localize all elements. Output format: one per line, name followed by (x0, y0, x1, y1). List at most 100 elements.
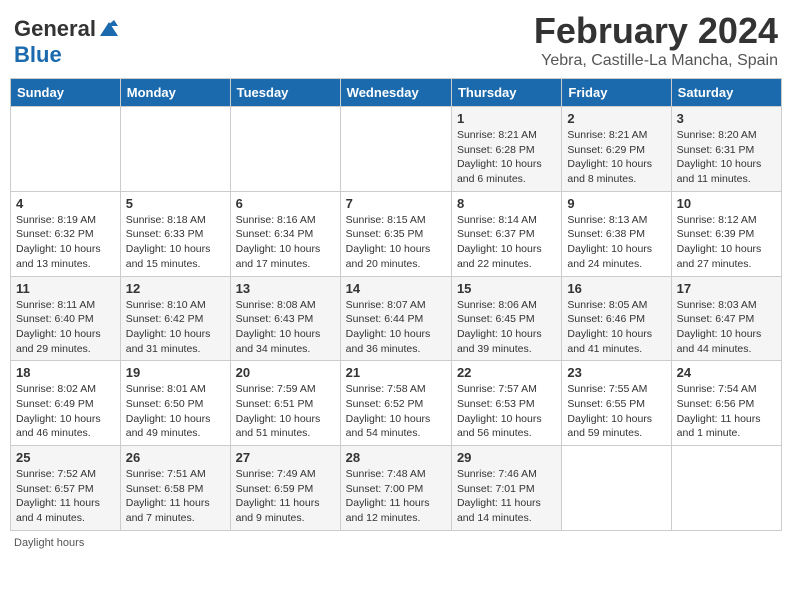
calendar-week-row: 11 Sunrise: 8:11 AM Sunset: 6:40 PM Dayli… (11, 276, 782, 361)
day-number: 18 (16, 365, 115, 380)
calendar-cell (120, 107, 230, 192)
calendar-cell: 24Sunrise: 7:54 AM Sunset: 6:56 PM Dayli… (671, 361, 781, 446)
day-info: Sunrise: 8:12 AM Sunset: 6:39 PM Dayligh… (677, 213, 776, 272)
calendar-cell: 2 Sunrise: 8:21 AM Sunset: 6:29 PM Daylig… (562, 107, 671, 192)
title-area: February 2024 Yebra, Castille-La Mancha,… (534, 10, 778, 70)
calendar-cell: 19 Sunrise: 8:01 AM Sunset: 6:50 PM Dayli… (120, 361, 230, 446)
day-info: Sunrise: 8:11 AM Sunset: 6:40 PM Dayligh… (16, 298, 115, 357)
calendar-cell: 9 Sunrise: 8:13 AM Sunset: 6:38 PM Daylig… (562, 191, 671, 276)
day-number: 16 (567, 281, 665, 296)
day-info: Sunrise: 8:18 AM Sunset: 6:33 PM Dayligh… (126, 213, 225, 272)
logo-general-text: General (14, 16, 96, 42)
calendar-cell: 26 Sunrise: 7:51 AM Sunset: 6:58 PM Dayli… (120, 446, 230, 531)
logo: General Blue (14, 16, 120, 68)
day-number: 11 (16, 281, 115, 296)
calendar-week-row: 1 Sunrise: 8:21 AM Sunset: 6:28 PM Daylig… (11, 107, 782, 192)
day-number: 9 (567, 196, 665, 211)
calendar-cell: 11 Sunrise: 8:11 AM Sunset: 6:40 PM Dayli… (11, 276, 121, 361)
day-number: 19 (126, 365, 225, 380)
weekday-header-saturday: Saturday (671, 79, 781, 107)
calendar-cell: 17Sunrise: 8:03 AM Sunset: 6:47 PM Dayli… (671, 276, 781, 361)
day-number: 12 (126, 281, 225, 296)
calendar-cell: 21Sunrise: 7:58 AM Sunset: 6:52 PM Dayli… (340, 361, 451, 446)
day-info: Sunrise: 7:46 AM Sunset: 7:01 PM Dayligh… (457, 467, 556, 526)
day-info: Sunrise: 8:01 AM Sunset: 6:50 PM Dayligh… (126, 382, 225, 441)
calendar-cell: 15Sunrise: 8:06 AM Sunset: 6:45 PM Dayli… (451, 276, 561, 361)
calendar-cell: 23 Sunrise: 7:55 AM Sunset: 6:55 PM Dayli… (562, 361, 671, 446)
calendar-cell: 6 Sunrise: 8:16 AM Sunset: 6:34 PM Daylig… (230, 191, 340, 276)
calendar-week-row: 4 Sunrise: 8:19 AM Sunset: 6:32 PM Daylig… (11, 191, 782, 276)
day-number: 6 (236, 196, 335, 211)
day-info: Sunrise: 7:55 AM Sunset: 6:55 PM Dayligh… (567, 382, 665, 441)
day-number: 8 (457, 196, 556, 211)
header: General Blue February 2024 Yebra, Castil… (10, 10, 782, 70)
calendar-cell: 7 Sunrise: 8:15 AM Sunset: 6:35 PM Daylig… (340, 191, 451, 276)
day-info: Sunrise: 8:19 AM Sunset: 6:32 PM Dayligh… (16, 213, 115, 272)
weekday-header-thursday: Thursday (451, 79, 561, 107)
day-info: Sunrise: 8:05 AM Sunset: 6:46 PM Dayligh… (567, 298, 665, 357)
day-info: Sunrise: 7:51 AM Sunset: 6:58 PM Dayligh… (126, 467, 225, 526)
day-number: 29 (457, 450, 556, 465)
day-info: Sunrise: 8:20 AM Sunset: 6:31 PM Dayligh… (677, 128, 776, 187)
calendar-cell: 25 Sunrise: 7:52 AM Sunset: 6:57 PM Dayli… (11, 446, 121, 531)
day-info: Sunrise: 8:14 AM Sunset: 6:37 PM Dayligh… (457, 213, 556, 272)
weekday-header-wednesday: Wednesday (340, 79, 451, 107)
day-number: 5 (126, 196, 225, 211)
calendar-header-row: SundayMondayTuesdayWednesdayThursdayFrid… (11, 79, 782, 107)
day-number: 1 (457, 111, 556, 126)
calendar-cell: 5 Sunrise: 8:18 AM Sunset: 6:33 PM Daylig… (120, 191, 230, 276)
location-subtitle: Yebra, Castille-La Mancha, Spain (534, 52, 778, 70)
calendar-week-row: 18 Sunrise: 8:02 AM Sunset: 6:49 PM Dayli… (11, 361, 782, 446)
calendar-week-row: 25 Sunrise: 7:52 AM Sunset: 6:57 PM Dayli… (11, 446, 782, 531)
weekday-header-monday: Monday (120, 79, 230, 107)
day-info: Sunrise: 8:08 AM Sunset: 6:43 PM Dayligh… (236, 298, 335, 357)
day-number: 2 (567, 111, 665, 126)
calendar-cell: 20 Sunrise: 7:59 AM Sunset: 6:51 PM Dayli… (230, 361, 340, 446)
day-info: Sunrise: 7:52 AM Sunset: 6:57 PM Dayligh… (16, 467, 115, 526)
footer-note: Daylight hours (10, 537, 782, 549)
calendar-cell: 4 Sunrise: 8:19 AM Sunset: 6:32 PM Daylig… (11, 191, 121, 276)
day-info: Sunrise: 7:59 AM Sunset: 6:51 PM Dayligh… (236, 382, 335, 441)
day-number: 22 (457, 365, 556, 380)
day-number: 27 (236, 450, 335, 465)
day-info: Sunrise: 8:13 AM Sunset: 6:38 PM Dayligh… (567, 213, 665, 272)
day-number: 25 (16, 450, 115, 465)
day-number: 7 (346, 196, 446, 211)
daylight-label: Daylight hours (14, 537, 84, 549)
day-number: 13 (236, 281, 335, 296)
day-number: 3 (677, 111, 776, 126)
calendar-cell: 14 Sunrise: 8:07 AM Sunset: 6:44 PM Dayli… (340, 276, 451, 361)
weekday-header-tuesday: Tuesday (230, 79, 340, 107)
day-number: 26 (126, 450, 225, 465)
day-info: Sunrise: 8:21 AM Sunset: 6:28 PM Dayligh… (457, 128, 556, 187)
calendar-cell: 3 Sunrise: 8:20 AM Sunset: 6:31 PM Daylig… (671, 107, 781, 192)
calendar-cell: 13 Sunrise: 8:08 AM Sunset: 6:43 PM Dayli… (230, 276, 340, 361)
day-number: 14 (346, 281, 446, 296)
day-number: 28 (346, 450, 446, 465)
calendar-cell: 18 Sunrise: 8:02 AM Sunset: 6:49 PM Dayli… (11, 361, 121, 446)
day-info: Sunrise: 8:16 AM Sunset: 6:34 PM Dayligh… (236, 213, 335, 272)
day-info: Sunrise: 8:02 AM Sunset: 6:49 PM Dayligh… (16, 382, 115, 441)
calendar-cell (230, 107, 340, 192)
calendar-cell: 28Sunrise: 7:48 AM Sunset: 7:00 PM Dayli… (340, 446, 451, 531)
day-number: 24 (677, 365, 776, 380)
day-info: Sunrise: 8:07 AM Sunset: 6:44 PM Dayligh… (346, 298, 446, 357)
calendar-cell (11, 107, 121, 192)
calendar-cell: 10Sunrise: 8:12 AM Sunset: 6:39 PM Dayli… (671, 191, 781, 276)
day-info: Sunrise: 8:15 AM Sunset: 6:35 PM Dayligh… (346, 213, 446, 272)
day-info: Sunrise: 8:06 AM Sunset: 6:45 PM Dayligh… (457, 298, 556, 357)
month-title: February 2024 (534, 10, 778, 52)
day-number: 23 (567, 365, 665, 380)
calendar-cell (671, 446, 781, 531)
calendar-cell (562, 446, 671, 531)
day-info: Sunrise: 8:21 AM Sunset: 6:29 PM Dayligh… (567, 128, 665, 187)
calendar-cell: 22Sunrise: 7:57 AM Sunset: 6:53 PM Dayli… (451, 361, 561, 446)
calendar-cell: 27Sunrise: 7:49 AM Sunset: 6:59 PM Dayli… (230, 446, 340, 531)
day-number: 4 (16, 196, 115, 211)
calendar-cell (340, 107, 451, 192)
day-number: 20 (236, 365, 335, 380)
calendar-cell: 16 Sunrise: 8:05 AM Sunset: 6:46 PM Dayli… (562, 276, 671, 361)
weekday-header-friday: Friday (562, 79, 671, 107)
calendar-cell: 29 Sunrise: 7:46 AM Sunset: 7:01 PM Dayli… (451, 446, 561, 531)
day-info: Sunrise: 8:03 AM Sunset: 6:47 PM Dayligh… (677, 298, 776, 357)
